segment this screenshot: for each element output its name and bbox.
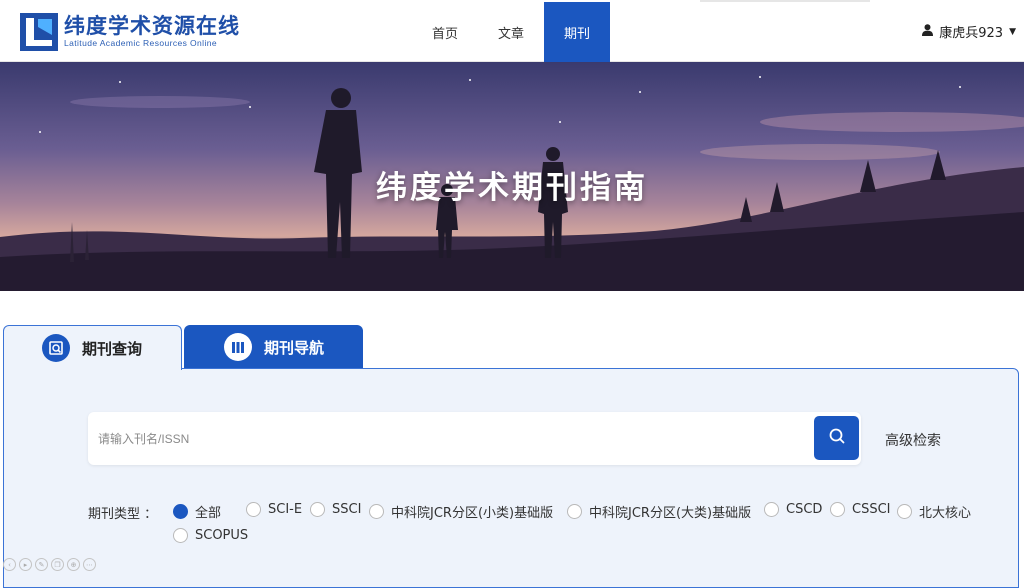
filter-option-pku-core[interactable]: 北大核心: [897, 502, 971, 521]
search-button[interactable]: [814, 416, 859, 460]
radio-icon: [567, 504, 582, 519]
tab-journal-query-label: 期刊查询: [82, 339, 143, 358]
hero-banner: 纬度学术期刊指南: [0, 62, 1024, 291]
filter-option-cssci[interactable]: CSSCI: [830, 502, 891, 517]
radio-icon: [897, 504, 912, 519]
nav-journals[interactable]: 期刊: [544, 2, 610, 62]
filter-option-label: SCOPUS: [195, 528, 249, 543]
more-icon[interactable]: ⋯: [83, 558, 96, 571]
filter-option-label: CSCD: [786, 502, 823, 517]
top-divider: [700, 0, 870, 2]
caret-down-icon: ▼: [1009, 26, 1016, 37]
banner-title: 纬度学术期刊指南: [376, 170, 648, 206]
user-icon: [922, 23, 934, 40]
play-icon[interactable]: ▸: [19, 558, 32, 571]
viewer-toolbar: ‹ ▸ ✎ ❐ ⊕ ⋯: [3, 558, 96, 571]
radio-icon: [764, 502, 779, 517]
filter-option-scopus[interactable]: SCOPUS: [173, 528, 248, 543]
zoom-icon[interactable]: ⊕: [67, 558, 80, 571]
site-header: 纬度学术资源在线 Latitude Academic Resources Onl…: [0, 0, 1024, 62]
filter-option-label: 北大核心: [919, 506, 972, 521]
books-icon: [224, 333, 252, 361]
nav-home[interactable]: 首页: [412, 2, 478, 62]
tab-journal-navigation[interactable]: 期刊导航: [184, 325, 363, 369]
tab-journal-navigation-label: 期刊导航: [264, 338, 325, 357]
site-logo[interactable]: 纬度学术资源在线 Latitude Academic Resources Onl…: [20, 13, 240, 51]
radio-icon: [369, 504, 384, 519]
filter-option-sci-e[interactable]: SCI-E: [246, 502, 302, 517]
radio-icon: [246, 502, 261, 517]
journal-type-label: 期刊类型 ：: [88, 507, 158, 522]
filter-option-label: 中科院JCR分区(小类)基础版: [391, 506, 554, 521]
main-nav: 首页 文章 期刊: [412, 2, 610, 62]
filter-option-cscd[interactable]: CSCD: [764, 502, 822, 517]
filter-option-label: 中科院JCR分区(大类)基础版: [589, 506, 752, 521]
logo-title: 纬度学术资源在线: [64, 14, 240, 38]
filter-option-jcr-small[interactable]: 中科院JCR分区(小类)基础版: [369, 502, 553, 521]
filter-option-jcr-large[interactable]: 中科院JCR分区(大类)基础版: [567, 502, 751, 521]
filter-option-ssci[interactable]: SSCI: [310, 502, 361, 517]
filter-option-label: SSCI: [332, 502, 362, 517]
filter-option-label: 全部: [195, 506, 222, 521]
advanced-search-link[interactable]: 高级检索: [885, 430, 941, 450]
search-icon: [828, 427, 846, 449]
search-box: [88, 412, 861, 465]
nav-articles[interactable]: 文章: [478, 2, 544, 62]
user-name: 康虎兵923: [939, 26, 1004, 41]
edit-icon[interactable]: ✎: [35, 558, 48, 571]
radio-icon: [173, 528, 188, 543]
copy-icon[interactable]: ❐: [51, 558, 64, 571]
filter-option-label: SCI-E: [268, 502, 303, 517]
user-menu[interactable]: 康虎兵923 ▼: [922, 22, 1016, 41]
filter-option-label: CSSCI: [852, 502, 891, 517]
tab-journal-query[interactable]: 期刊查询: [3, 325, 182, 370]
search-panel: [3, 368, 1019, 588]
radio-checked-icon: [173, 504, 188, 519]
logo-icon: [20, 13, 58, 51]
radio-icon: [310, 502, 325, 517]
search-doc-icon: [42, 334, 70, 362]
logo-subtitle: Latitude Academic Resources Online: [64, 38, 217, 48]
back-icon[interactable]: ‹: [3, 558, 16, 571]
radio-icon: [830, 502, 845, 517]
search-input[interactable]: [98, 412, 798, 465]
filter-option-all[interactable]: 全部: [173, 502, 221, 521]
